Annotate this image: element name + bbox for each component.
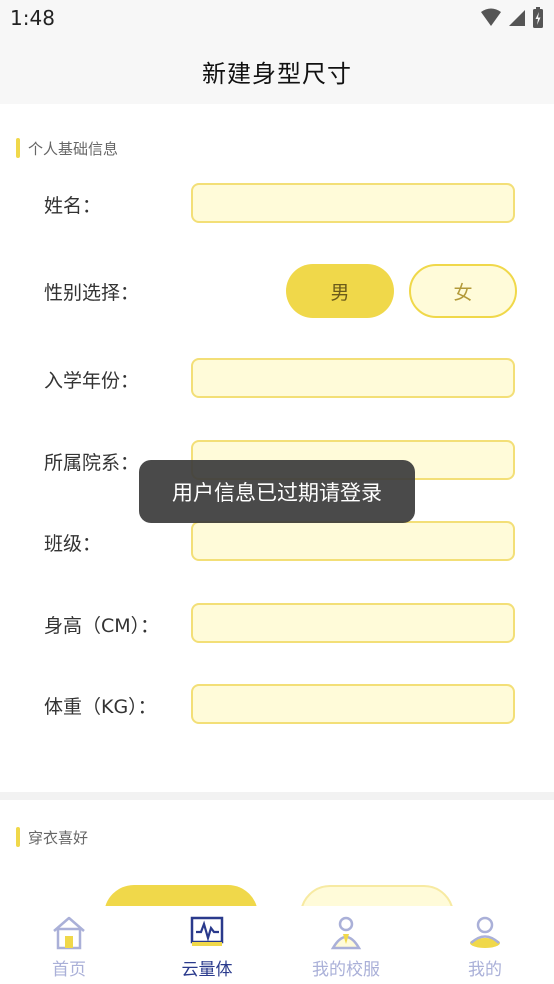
class-input[interactable] [191,521,515,561]
basic-info-section-title: 个人基础信息 [16,138,118,158]
gender-male-button[interactable]: 男 [286,264,394,318]
tab-cloud-measure[interactable]: 云量体 [147,906,267,984]
name-label: 姓名： [44,194,102,217]
name-input[interactable] [191,183,515,223]
height-label: 身高（CM）： [44,614,160,637]
gender-female-button[interactable]: 女 [409,264,517,318]
tab-profile[interactable]: 我的 [425,906,545,984]
status-time: 1:48 [10,6,55,30]
enroll-year-input[interactable] [191,358,515,398]
signal-icon [509,10,525,26]
profile-icon [470,916,500,948]
tab-my-uniform[interactable]: 我的校服 [286,906,406,984]
preferences-card: 穿衣喜好 [0,800,554,910]
height-input[interactable] [191,603,515,643]
home-icon [53,916,85,950]
measure-monitor-icon [190,916,224,946]
class-label: 班级： [44,532,102,555]
bottom-tab-bar: 首页 云量体 我的校服 我的 [0,906,554,984]
preferences-section-title: 穿衣喜好 [16,827,88,847]
page-header: 新建身型尺寸 [0,38,554,104]
wifi-icon [481,8,501,26]
gender-label: 性别选择： [44,281,140,304]
uniform-person-icon [330,916,362,950]
tab-home[interactable]: 首页 [9,906,129,984]
battery-icon [533,7,543,28]
basic-info-title-text: 个人基础信息 [28,139,119,158]
tab-home-label: 首页 [52,960,86,980]
section-accent-bar [16,138,20,158]
tab-my-uniform-label: 我的校服 [312,960,380,980]
status-bar: 1:48 [0,0,554,38]
session-expired-toast: 用户信息已过期请登录 [139,460,415,523]
department-label: 所属院系： [44,451,140,474]
page-title: 新建身型尺寸 [202,59,352,88]
weight-input[interactable] [191,684,515,724]
weight-label: 体重（KG）： [44,695,157,718]
tab-profile-label: 我的 [468,960,502,980]
preferences-title-text: 穿衣喜好 [28,828,89,847]
status-icons [480,7,544,28]
tab-cloud-measure-label: 云量体 [181,960,233,980]
section-accent-bar [16,827,20,847]
enroll-year-label: 入学年份： [44,369,140,392]
